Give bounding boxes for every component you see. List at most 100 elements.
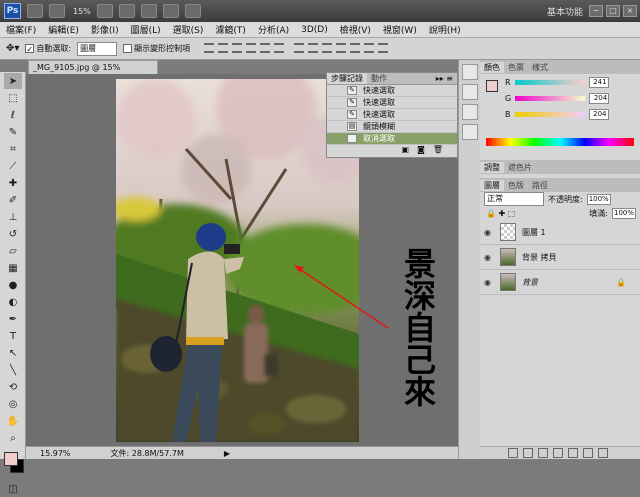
green-value[interactable]: 204 — [589, 92, 610, 104]
distribute-bottom-icon[interactable] — [322, 42, 333, 53]
visibility-eye-icon[interactable]: ◉ — [484, 278, 494, 287]
history-row[interactable]: ✎ 快速選取 — [327, 109, 457, 121]
transform-controls-checkbox[interactable] — [123, 44, 133, 53]
screen-mode-button[interactable] — [184, 4, 201, 18]
lasso-tool-icon[interactable]: ℓ — [4, 107, 22, 123]
visibility-eye-icon[interactable]: ◉ — [484, 253, 494, 262]
align-bottom-icon[interactable] — [232, 42, 243, 53]
blue-value[interactable]: 204 — [588, 108, 609, 120]
fill-value[interactable]: 100% — [612, 207, 636, 219]
quick-select-tool-icon[interactable]: ✎ — [4, 124, 22, 140]
character-panel-icon[interactable] — [462, 124, 478, 140]
align-vcenter-icon[interactable] — [218, 42, 229, 53]
history-row[interactable]: ✎ 快速選取 — [327, 85, 457, 97]
blend-mode-dropdown[interactable]: 正常 — [484, 192, 544, 206]
tab-adjustments[interactable]: 調整 — [480, 161, 504, 173]
auto-align-icon[interactable] — [378, 42, 389, 53]
menu-file[interactable]: 檔案(F) — [0, 23, 42, 36]
tab-layers[interactable]: 圖層 — [480, 179, 504, 191]
layer-row[interactable]: ◉ 背景 🔒 — [480, 270, 640, 295]
3d-orbit-tool-icon[interactable]: ◎ — [4, 396, 22, 412]
new-document-from-state-icon[interactable]: ▣ — [402, 145, 410, 157]
brush-tool-icon[interactable]: ✐ — [4, 192, 22, 208]
shape-tool-icon[interactable]: ╲ — [4, 362, 22, 378]
align-left-icon[interactable] — [246, 42, 257, 53]
align-top-icon[interactable] — [204, 42, 215, 53]
new-group-icon[interactable] — [567, 448, 578, 458]
close-button[interactable]: × — [623, 5, 637, 17]
auto-select-dropdown[interactable]: 圖層 — [77, 41, 118, 56]
move-tool-icon[interactable]: ➤ — [4, 73, 22, 89]
blur-tool-icon[interactable]: ● — [4, 277, 22, 293]
menu-edit[interactable]: 編輯(E) — [42, 23, 85, 36]
zoom-tool-button[interactable] — [118, 4, 135, 18]
status-zoom[interactable]: 15.97% — [40, 449, 71, 458]
minibridge-button[interactable] — [49, 4, 65, 18]
add-mask-icon[interactable] — [537, 448, 548, 458]
menu-layer[interactable]: 圖層(L) — [125, 23, 167, 36]
pen-tool-icon[interactable]: ✒ — [4, 311, 22, 327]
hand-tool-icon[interactable]: ✋ — [4, 413, 22, 429]
new-layer-icon[interactable] — [582, 448, 593, 458]
history-row-selected[interactable]: ▭ 取消選取 — [327, 133, 457, 145]
healing-brush-tool-icon[interactable]: ✚ — [4, 175, 22, 191]
layer-name[interactable]: 背景 — [522, 277, 538, 288]
history-brush-tool-icon[interactable]: ↺ — [4, 226, 22, 242]
zoom-tool-icon[interactable]: ⌕ — [4, 430, 22, 446]
foreground-color-swatch[interactable] — [4, 452, 18, 466]
layer-row[interactable]: ◉ 背景 拷貝 — [480, 245, 640, 270]
menu-image[interactable]: 影像(I) — [85, 23, 125, 36]
color-spectrum-bar[interactable] — [486, 138, 634, 146]
link-layers-icon[interactable] — [507, 448, 518, 458]
history-panel-icon[interactable] — [462, 64, 478, 80]
tab-actions[interactable]: 動作 — [367, 73, 391, 84]
transform-controls-option[interactable]: 顯示變形控制項 — [123, 43, 190, 54]
tab-history[interactable]: 步驟記錄 — [327, 73, 367, 84]
history-row[interactable]: ▤ 鏡頭模糊 — [327, 121, 457, 133]
maximize-button[interactable]: □ — [606, 5, 620, 17]
eyedropper-tool-icon[interactable]: ⟋ — [4, 158, 22, 174]
clone-stamp-tool-icon[interactable]: ⊥ — [4, 209, 22, 225]
3d-rotate-tool-icon[interactable]: ⟲ — [4, 379, 22, 395]
bridge-button[interactable] — [27, 4, 43, 18]
hand-tool-button[interactable] — [96, 4, 113, 18]
blue-slider[interactable] — [514, 111, 585, 117]
document-tab[interactable]: _MG_9105.jpg @ 15% (RGB/8*) * × — [28, 60, 158, 85]
clone-source-panel-icon[interactable] — [462, 104, 478, 120]
menu-select[interactable]: 選取(S) — [167, 23, 210, 36]
lock-icons[interactable]: 🔒 ✚ ⬚ — [486, 209, 515, 218]
red-slider[interactable] — [514, 79, 585, 85]
color-swatches[interactable] — [0, 450, 25, 480]
color-foreground-swatch[interactable] — [486, 80, 498, 92]
crop-tool-icon[interactable]: ⌗ — [4, 141, 22, 157]
new-snapshot-icon[interactable]: ◙ — [417, 145, 425, 157]
rotate-view-button[interactable] — [140, 4, 157, 18]
opacity-value[interactable]: 100% — [586, 193, 611, 205]
tab-paths[interactable]: 路徑 — [528, 180, 552, 191]
layer-style-icon[interactable] — [522, 448, 533, 458]
distribute-left-icon[interactable] — [336, 42, 347, 53]
align-right-icon[interactable] — [274, 42, 285, 53]
tab-swatches[interactable]: 色票 — [504, 62, 528, 73]
red-value[interactable]: 241 — [588, 76, 609, 88]
menu-help[interactable]: 說明(H) — [423, 23, 467, 36]
status-arrow-icon[interactable]: ▶ — [224, 449, 230, 458]
dodge-tool-icon[interactable]: ◐ — [4, 294, 22, 310]
menu-3d[interactable]: 3D(D) — [295, 25, 334, 35]
tab-channels[interactable]: 色版 — [504, 180, 528, 191]
menu-filter[interactable]: 濾鏡(T) — [209, 23, 252, 36]
move-tool-preset-icon[interactable]: ✥▾ — [6, 43, 19, 54]
quick-mask-icon[interactable]: ◫ — [4, 481, 22, 497]
minimize-button[interactable]: − — [589, 5, 603, 17]
workspace-switcher[interactable]: 基本功能 — [547, 5, 583, 18]
arrange-documents-button[interactable] — [162, 4, 179, 18]
adjustment-layer-icon[interactable] — [552, 448, 563, 458]
gradient-tool-icon[interactable]: ▦ — [4, 260, 22, 276]
layer-row[interactable]: ◉ 圖層 1 — [480, 220, 640, 245]
panel-menu-icon[interactable]: ▸▸ ≡ — [436, 74, 453, 83]
distribute-right-icon[interactable] — [364, 42, 375, 53]
green-slider[interactable] — [515, 95, 586, 101]
distribute-vcenter-icon[interactable] — [308, 42, 319, 53]
visibility-eye-icon[interactable]: ◉ — [484, 228, 494, 237]
zoom-level[interactable]: 15% — [73, 7, 91, 16]
